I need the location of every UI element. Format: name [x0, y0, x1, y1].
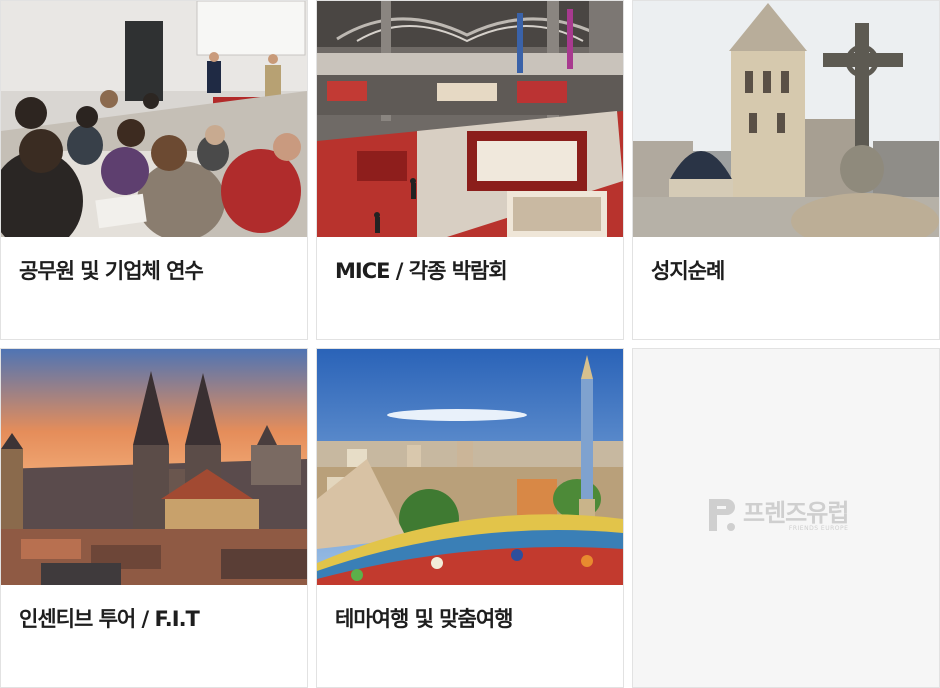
card-label: 인센티브 투어 / F.I.T	[19, 607, 200, 631]
program-card-incentive[interactable]: 인센티브 투어 / F.I.T	[0, 348, 308, 688]
program-card-pilgrimage[interactable]: 성지순례	[632, 0, 940, 340]
barcelona-park-guell-photo	[317, 349, 623, 585]
logo-mark-icon	[709, 499, 735, 531]
card-label: 성지순례	[651, 259, 725, 283]
jerusalem-church-cross-photo	[633, 1, 939, 237]
card-label: 테마여행 및 맞춤여행	[335, 607, 514, 631]
friends-europe-logo: 프렌즈유럽 FRIENDS EUROPE	[705, 495, 849, 535]
brand-logo-card: 프렌즈유럽 FRIENDS EUROPE	[632, 348, 940, 688]
logo-subtitle: FRIENDS EUROPE	[788, 524, 849, 532]
seminar-lecture-photo	[1, 1, 307, 237]
exhibition-hall-photo	[317, 1, 623, 237]
program-card-theme[interactable]: 테마여행 및 맞춤여행	[316, 348, 624, 688]
program-card-training[interactable]: 공무원 및 기업체 연수	[0, 0, 308, 340]
card-label: 공무원 및 기업체 연수	[19, 259, 204, 283]
logo-name: 프렌즈유럽	[743, 498, 849, 527]
card-label: MICE / 각종 박람회	[335, 259, 508, 283]
prague-sunset-photo	[1, 349, 307, 585]
program-card-mice[interactable]: MICE / 각종 박람회	[316, 0, 624, 340]
